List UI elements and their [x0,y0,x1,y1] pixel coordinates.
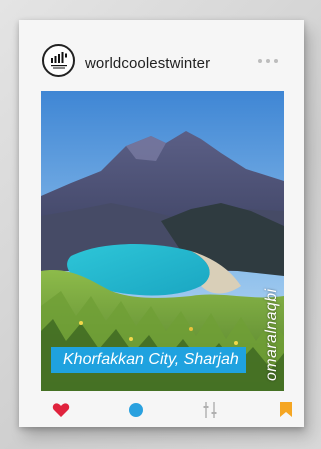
landscape-image [41,91,284,391]
photo-credit: omaralnaqbi [263,288,280,381]
comment-button[interactable] [125,399,147,421]
username[interactable]: worldcoolestwinter [85,55,210,72]
comment-bubble-icon [129,403,143,417]
bookmark-icon [280,402,292,417]
like-button[interactable] [50,399,72,421]
action-bar [19,392,304,427]
heart-icon [52,403,70,417]
post-header: worldcoolestwinter [19,20,304,90]
share-button[interactable] [199,399,221,421]
post-photo[interactable]: Khorfakkan City, Sharjah omaralnaqbi [41,91,284,391]
avatar[interactable] [42,44,75,77]
post-card: worldcoolestwinter Khorfakkan City, Shar… [19,20,304,427]
brand-logo-icon [50,51,67,68]
dot [258,59,262,63]
dot [266,59,270,63]
location-caption: Khorfakkan City, Sharjah [51,347,246,373]
save-button[interactable] [275,399,297,421]
more-options-icon[interactable] [258,56,286,66]
dot [274,59,278,63]
filter-sliders-icon [203,402,217,418]
